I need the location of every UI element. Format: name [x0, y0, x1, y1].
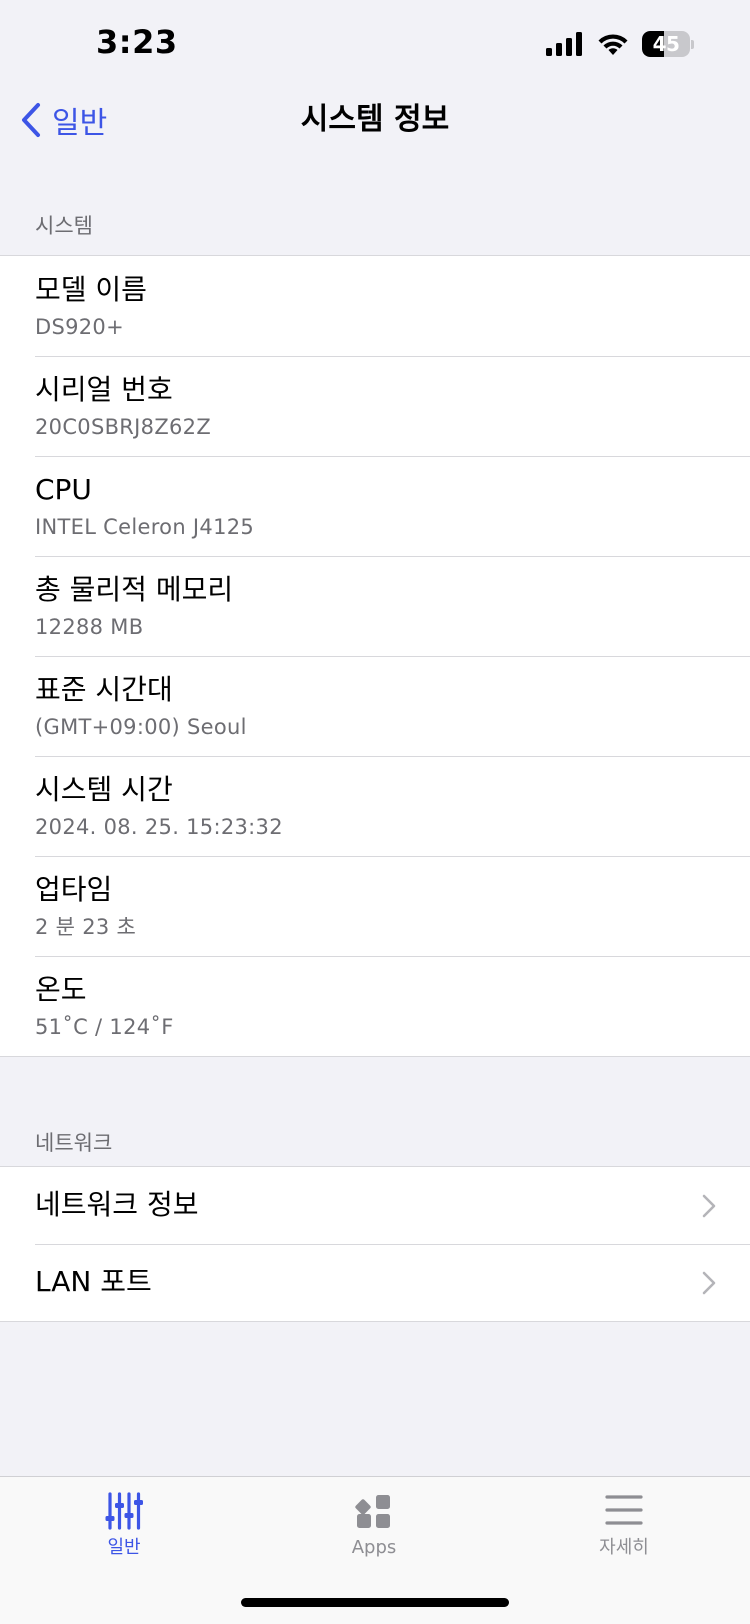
info-title: 업타임 [35, 873, 113, 906]
chevron-right-icon [702, 1194, 716, 1218]
row-label: 네트워크 정보 [35, 1188, 199, 1221]
page-title: 시스템 정보 [300, 102, 450, 137]
info-title: 표준 시간대 [35, 673, 173, 706]
info-title: CPU [35, 473, 92, 506]
tab-more[interactable]: 자세히 [544, 1491, 704, 1571]
chevron-right-icon [702, 1271, 716, 1295]
battery-icon: 45 [642, 31, 694, 57]
info-value: DS920+ [35, 315, 124, 339]
info-row-memory: 총 물리적 메모리 12288 MB [0, 556, 750, 656]
info-value: (GMT+09:00) Seoul [35, 715, 247, 739]
info-value: 20C0SBRJ8Z62Z [35, 415, 212, 439]
tab-label: Apps [351, 1537, 397, 1558]
network-group: 네트워크 정보 LAN 포트 [0, 1166, 750, 1322]
info-row-system-time: 시스템 시간 2024. 08. 25. 15:23:32 [0, 756, 750, 856]
system-section-header: 시스템 [35, 214, 93, 238]
info-title: 온도 [35, 973, 87, 1006]
tab-apps[interactable]: Apps [294, 1491, 454, 1571]
row-label: LAN 포트 [35, 1265, 152, 1298]
battery-level: 45 [652, 32, 680, 56]
network-section-header: 네트워크 [35, 1131, 113, 1155]
tab-label: 자세히 [599, 1537, 649, 1558]
info-row-uptime: 업타임 2 분 23 초 [0, 856, 750, 956]
network-info-row[interactable]: 네트워크 정보 [0, 1167, 750, 1244]
info-value: 2024. 08. 25. 15:23:32 [35, 815, 283, 839]
info-row-timezone: 표준 시간대 (GMT+09:00) Seoul [0, 656, 750, 756]
info-row-cpu: CPU INTEL Celeron J4125 [0, 456, 750, 556]
signal-icon [546, 32, 582, 56]
info-title: 시스템 시간 [35, 773, 173, 806]
info-value: 51˚C / 124˚F [35, 1015, 174, 1039]
status-icons: 45 [546, 28, 694, 60]
info-value: INTEL Celeron J4125 [35, 515, 255, 539]
info-value: 2 분 23 초 [35, 915, 137, 939]
info-title: 모델 이름 [35, 273, 147, 306]
wifi-icon [598, 34, 628, 55]
info-value: 12288 MB [35, 615, 144, 639]
info-row-model-name: 모델 이름 DS920+ [0, 256, 750, 356]
info-title: 시리얼 번호 [35, 373, 173, 406]
status-bar: 3:23 45 [0, 0, 750, 88]
apps-grid-icon [355, 1495, 390, 1528]
lan-port-row[interactable]: LAN 포트 [0, 1244, 750, 1321]
system-info-group: 모델 이름 DS920+ 시리얼 번호 20C0SBRJ8Z62Z CPU IN… [0, 255, 750, 1057]
info-row-temperature: 온도 51˚C / 124˚F [0, 956, 750, 1056]
info-title: 총 물리적 메모리 [35, 573, 234, 606]
home-indicator [241, 1598, 509, 1607]
tab-general[interactable]: 일반 [44, 1491, 204, 1571]
menu-icon [605, 1495, 643, 1525]
info-row-serial-number: 시리얼 번호 20C0SBRJ8Z62Z [0, 356, 750, 456]
status-time: 3:23 [96, 23, 178, 61]
sliders-icon [105, 1492, 143, 1530]
navigation-bar: 일반 시스템 정보 [0, 88, 750, 152]
tab-label: 일반 [107, 1537, 141, 1558]
